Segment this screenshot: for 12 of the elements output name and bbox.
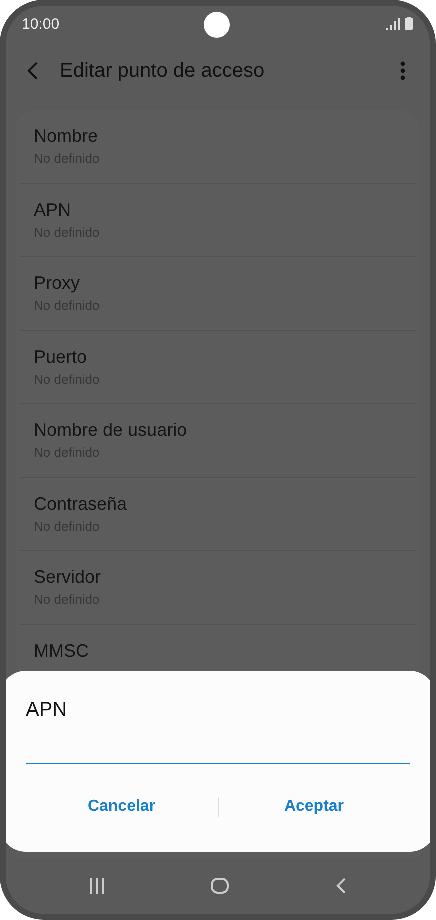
- signal-battery-icon: [386, 17, 416, 31]
- home-icon[interactable]: [210, 876, 230, 896]
- camera-hole-icon: [204, 12, 230, 38]
- screen-title: Editar punto de acceso: [60, 60, 266, 82]
- recent-apps-icon[interactable]: [88, 877, 106, 895]
- back-nav-icon[interactable]: [334, 876, 348, 896]
- more-options-icon[interactable]: [400, 61, 406, 81]
- back-icon[interactable]: [26, 61, 40, 81]
- status-time: 10:00: [22, 16, 60, 32]
- dialog-title: APN: [26, 699, 68, 722]
- dialog-button[interactable]: Cancelar: [26, 790, 218, 824]
- dialog-button[interactable]: Aceptar: [218, 790, 410, 824]
